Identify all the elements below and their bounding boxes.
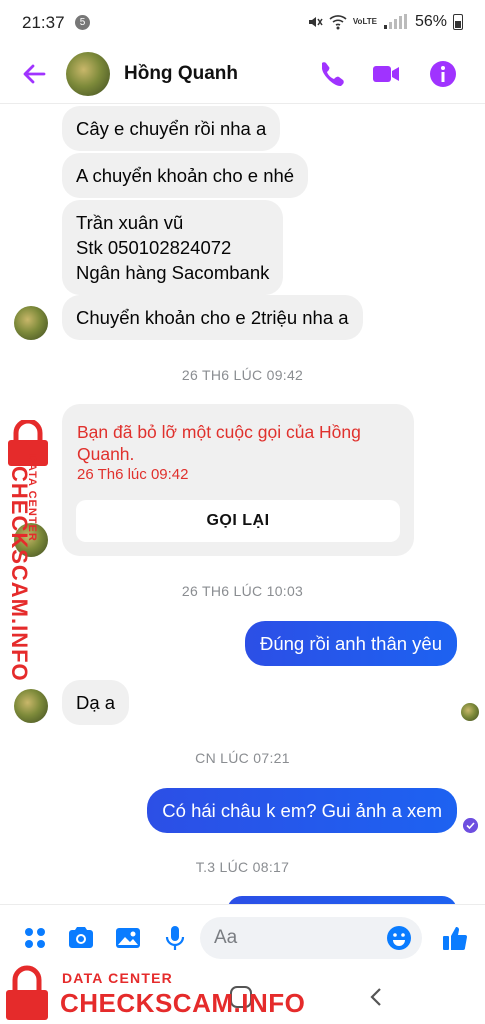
- volte-icon: VoLTE: [352, 17, 377, 26]
- camera-icon[interactable]: [66, 923, 96, 953]
- back-button-icon[interactable]: [364, 984, 390, 1010]
- notification-badge: 5: [75, 15, 90, 30]
- signal-icon: [383, 14, 407, 29]
- message-composer: [0, 904, 485, 970]
- like-thumb-icon[interactable]: [440, 923, 470, 953]
- watermark-bottom: DATA CENTER CHECKSCAM.INFO: [0, 962, 305, 1024]
- watermark-brand: CHECKSCAM.INFO: [60, 988, 306, 1018]
- lock-icon: [6, 965, 48, 1020]
- mute-icon: [308, 17, 323, 27]
- message-incoming[interactable]: Chuyển khoản cho e 2triệu nha a: [62, 295, 363, 340]
- wifi-icon: [329, 15, 347, 30]
- battery-icon: [453, 14, 463, 30]
- emoji-icon[interactable]: [386, 925, 412, 951]
- back-arrow-icon[interactable]: [18, 58, 50, 90]
- missed-call-time: 26 Th6 lúc 09:42: [77, 466, 189, 483]
- status-bar: 21:37 5 VoLTE 56%: [0, 0, 485, 46]
- message-incoming[interactable]: A chuyển khoản cho e nhé: [62, 153, 309, 198]
- watermark-brand-vertical: CHECKSCAM.INFO: [7, 466, 32, 682]
- message-outgoing[interactable]: Đúng rồi anh thân yêu: [244, 621, 457, 666]
- missed-call-card: Bạn đã bỏ lỡ một cuộc gọi của Hồng Quanh…: [62, 404, 414, 556]
- menu-dots-icon[interactable]: [20, 923, 50, 953]
- message-timestamp: T.3 LÚC 08:17: [195, 859, 290, 875]
- sent-check-icon: [463, 818, 478, 833]
- seen-indicator-avatar: [461, 703, 479, 721]
- message-incoming[interactable]: Dạ a: [62, 680, 130, 725]
- message-incoming[interactable]: Trần xuân vũ Stk 050102824072 Ngân hàng …: [62, 200, 284, 295]
- message-outgoing[interactable]: Có hái châu k em? Gui ảnh a xem: [147, 788, 457, 833]
- message-timestamp: 26 TH6 LÚC 10:03: [181, 583, 304, 599]
- status-time: 21:37: [22, 13, 65, 32]
- video-call-icon[interactable]: [370, 58, 402, 90]
- missed-call-text: Bạn đã bỏ lỡ một cuộc gọi của Hồng Quanh…: [77, 422, 361, 464]
- sender-avatar[interactable]: [14, 689, 48, 723]
- gallery-icon[interactable]: [113, 923, 143, 953]
- contact-name[interactable]: Hồng Quanh: [124, 63, 238, 85]
- microphone-icon[interactable]: [160, 923, 190, 953]
- phone-icon[interactable]: [314, 58, 346, 90]
- sender-avatar[interactable]: [14, 306, 48, 340]
- message-timestamp: 26 TH6 LÚC 09:42: [181, 367, 304, 383]
- battery-percent: 56%: [414, 13, 447, 30]
- call-back-button[interactable]: GỌI LẠI: [76, 500, 400, 542]
- chat-header: Hồng Quanh: [0, 46, 485, 104]
- status-icons: VoLTE 56%: [307, 13, 463, 31]
- message-timestamp: CN LÚC 07:21: [195, 750, 290, 766]
- info-icon[interactable]: [427, 58, 459, 90]
- contact-avatar[interactable]: [66, 52, 110, 96]
- watermark-side: DATA CENTER CHECKSCAM.INFO: [2, 420, 54, 682]
- message-incoming[interactable]: Cây e chuyển rồi nha a: [62, 106, 281, 151]
- watermark-data-center: DATA CENTER: [62, 970, 173, 986]
